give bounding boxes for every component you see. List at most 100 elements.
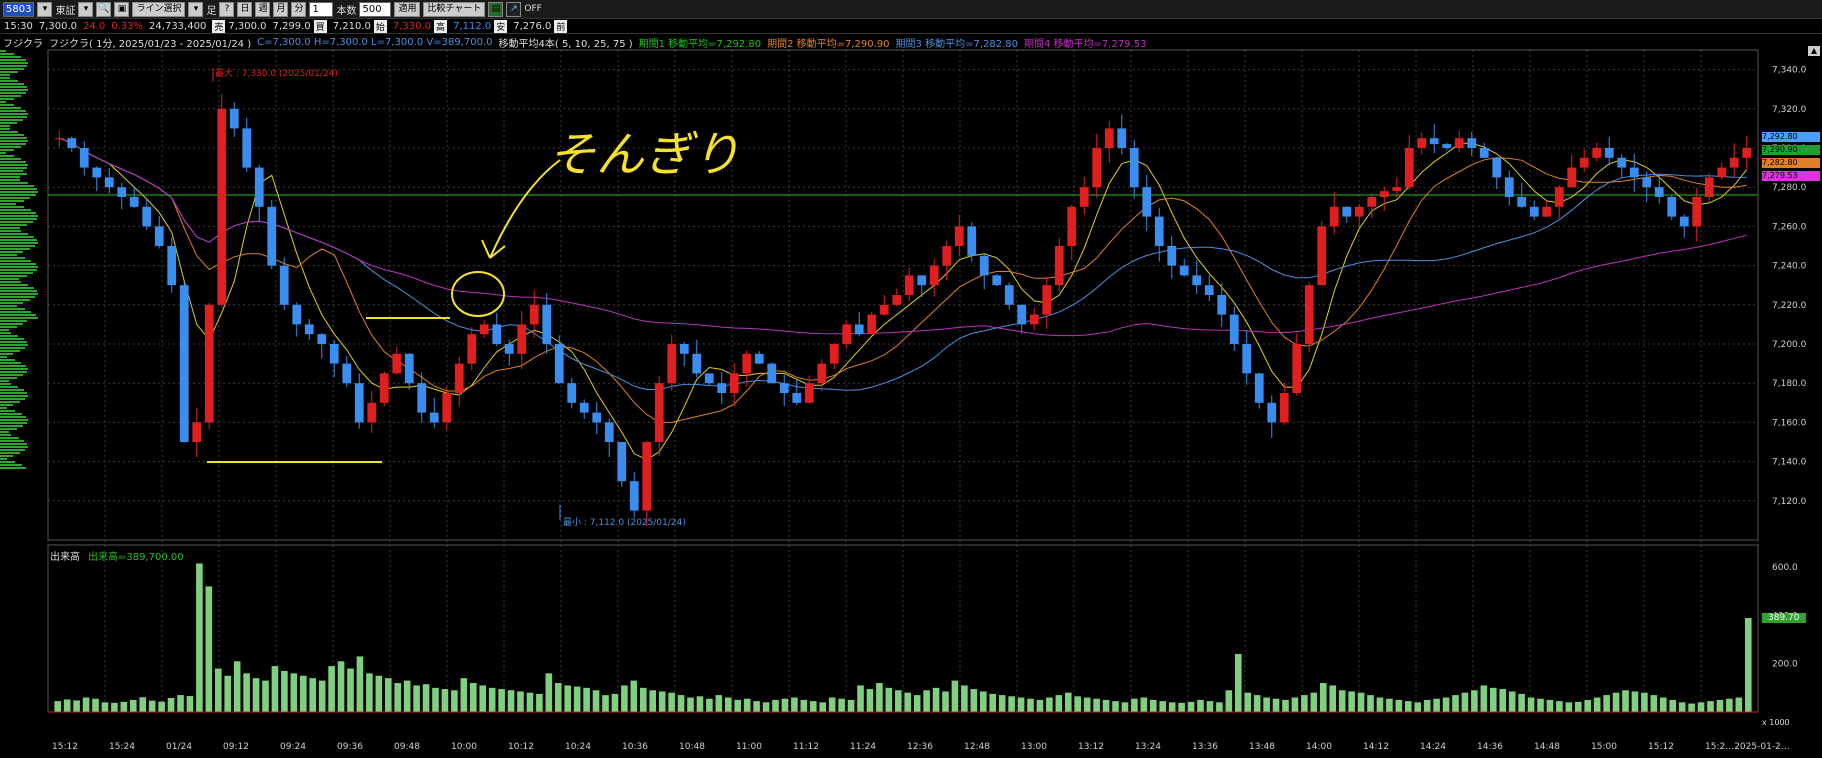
- volume-bar: [432, 687, 439, 712]
- candle-body: [1079, 187, 1089, 207]
- time-tick-label: 13:48: [1249, 742, 1275, 752]
- volume-bar: [129, 699, 137, 712]
- volume-bar: [1678, 702, 1686, 712]
- volume-bar: [913, 695, 921, 712]
- candle-body: [1442, 144, 1452, 148]
- volume-bar: [1489, 687, 1497, 712]
- candle-body: [517, 324, 527, 354]
- candle-body: [1042, 285, 1052, 315]
- volume-bar: [1659, 697, 1667, 712]
- volume-bar: [1206, 701, 1214, 712]
- volume-bar: [1102, 699, 1110, 712]
- candle-body: [667, 344, 677, 384]
- volume-bar: [262, 680, 269, 712]
- volume-bar: [120, 701, 128, 712]
- candle-body: [804, 383, 814, 403]
- time-tick-label: 13:00: [1021, 742, 1047, 752]
- volume-bar: [1480, 685, 1488, 712]
- time-tick-label: 09:48: [394, 742, 420, 752]
- candle-body: [692, 353, 702, 374]
- volume-bar: [54, 701, 62, 712]
- time-tick-label: 15:2…2025-01-2…: [1705, 742, 1790, 752]
- candle-body: [1717, 167, 1727, 178]
- volume-bar: [1216, 702, 1223, 712]
- time-tick-label: 09:36: [337, 742, 363, 752]
- volume-bar: [668, 692, 675, 712]
- volume-bar: [1565, 702, 1573, 712]
- volume-bar: [932, 687, 940, 712]
- volume-bar: [488, 687, 496, 712]
- handwritten-note: そんぎり: [548, 127, 741, 183]
- time-tick-label: 10:12: [508, 742, 534, 752]
- volume-bar: [498, 689, 505, 712]
- volume-bar: [1376, 697, 1384, 712]
- candle-body: [217, 108, 227, 305]
- volume-bar: [158, 701, 165, 712]
- volume-bar: [753, 701, 760, 712]
- volume-bar: [517, 691, 524, 712]
- candle-body: [654, 383, 664, 442]
- candle-body: [742, 353, 752, 374]
- volume-bar: [621, 685, 628, 712]
- price-tick-label: 7,320.0: [1772, 105, 1807, 115]
- volume-bar: [1149, 699, 1157, 712]
- candle-body: [1454, 138, 1464, 148]
- candle-body: [1742, 148, 1752, 158]
- candle-body: [429, 412, 439, 423]
- volume-bar: [1716, 699, 1724, 712]
- candle-body: [179, 285, 189, 442]
- volume-bar: [1641, 692, 1648, 712]
- volume-bar: [743, 698, 751, 712]
- time-tick-label: 09:24: [280, 742, 306, 752]
- volume-bar: [1593, 697, 1601, 712]
- volume-bar: [1159, 701, 1167, 712]
- volume-bar: [101, 702, 109, 712]
- candle-body: [1267, 402, 1277, 423]
- candle-body: [879, 304, 889, 315]
- volume-bar: [63, 699, 71, 712]
- volume-bar: [1064, 692, 1072, 712]
- price-tick-label: 7,280.0: [1772, 183, 1807, 193]
- candle-body: [1629, 167, 1639, 178]
- price-tag-ma4: 7,279.53: [1762, 171, 1820, 181]
- volume-bar: [337, 661, 345, 712]
- volume-bar: [243, 673, 250, 712]
- candle-body: [1592, 148, 1602, 158]
- candle-body: [1467, 138, 1477, 148]
- volume-bar: [1461, 692, 1469, 712]
- volume-bar: [1442, 697, 1450, 712]
- volume-bar: [1131, 698, 1138, 712]
- candle-body: [679, 344, 689, 354]
- volume-bar: [904, 692, 912, 712]
- volume-bar: [639, 687, 647, 712]
- volume-bar: [394, 683, 402, 712]
- volume-bar: [1518, 693, 1525, 712]
- candle-body: [442, 393, 452, 423]
- volume-bar: [989, 693, 997, 712]
- candle-body: [342, 363, 352, 384]
- candle-body: [54, 138, 64, 140]
- volume-bar: [469, 683, 477, 712]
- volume-bar: [1433, 698, 1440, 712]
- volume-bar: [1707, 701, 1714, 712]
- volume-bar: [1744, 618, 1752, 712]
- candle-body: [254, 167, 264, 207]
- volume-bar: [73, 700, 80, 712]
- volume-bar: [1735, 697, 1743, 712]
- chart-grid: [47, 49, 1759, 713]
- time-tick-label: 14:00: [1306, 742, 1332, 752]
- candle-body: [492, 324, 502, 344]
- price-tick-label: 7,120.0: [1772, 497, 1807, 507]
- candle-body: [1579, 157, 1589, 168]
- volume-bar: [1140, 697, 1148, 712]
- candle-body: [1142, 187, 1152, 217]
- candle-body: [1292, 344, 1302, 393]
- volume-bar: [252, 678, 260, 712]
- scrollbar-up-icon[interactable]: ▲: [1808, 46, 1820, 56]
- candle-body: [1179, 265, 1189, 276]
- annotations: [207, 68, 561, 520]
- time-tick-label: 11:12: [793, 742, 819, 752]
- candle-body: [567, 383, 577, 403]
- candle-body: [454, 363, 464, 393]
- volume-bar: [791, 697, 798, 712]
